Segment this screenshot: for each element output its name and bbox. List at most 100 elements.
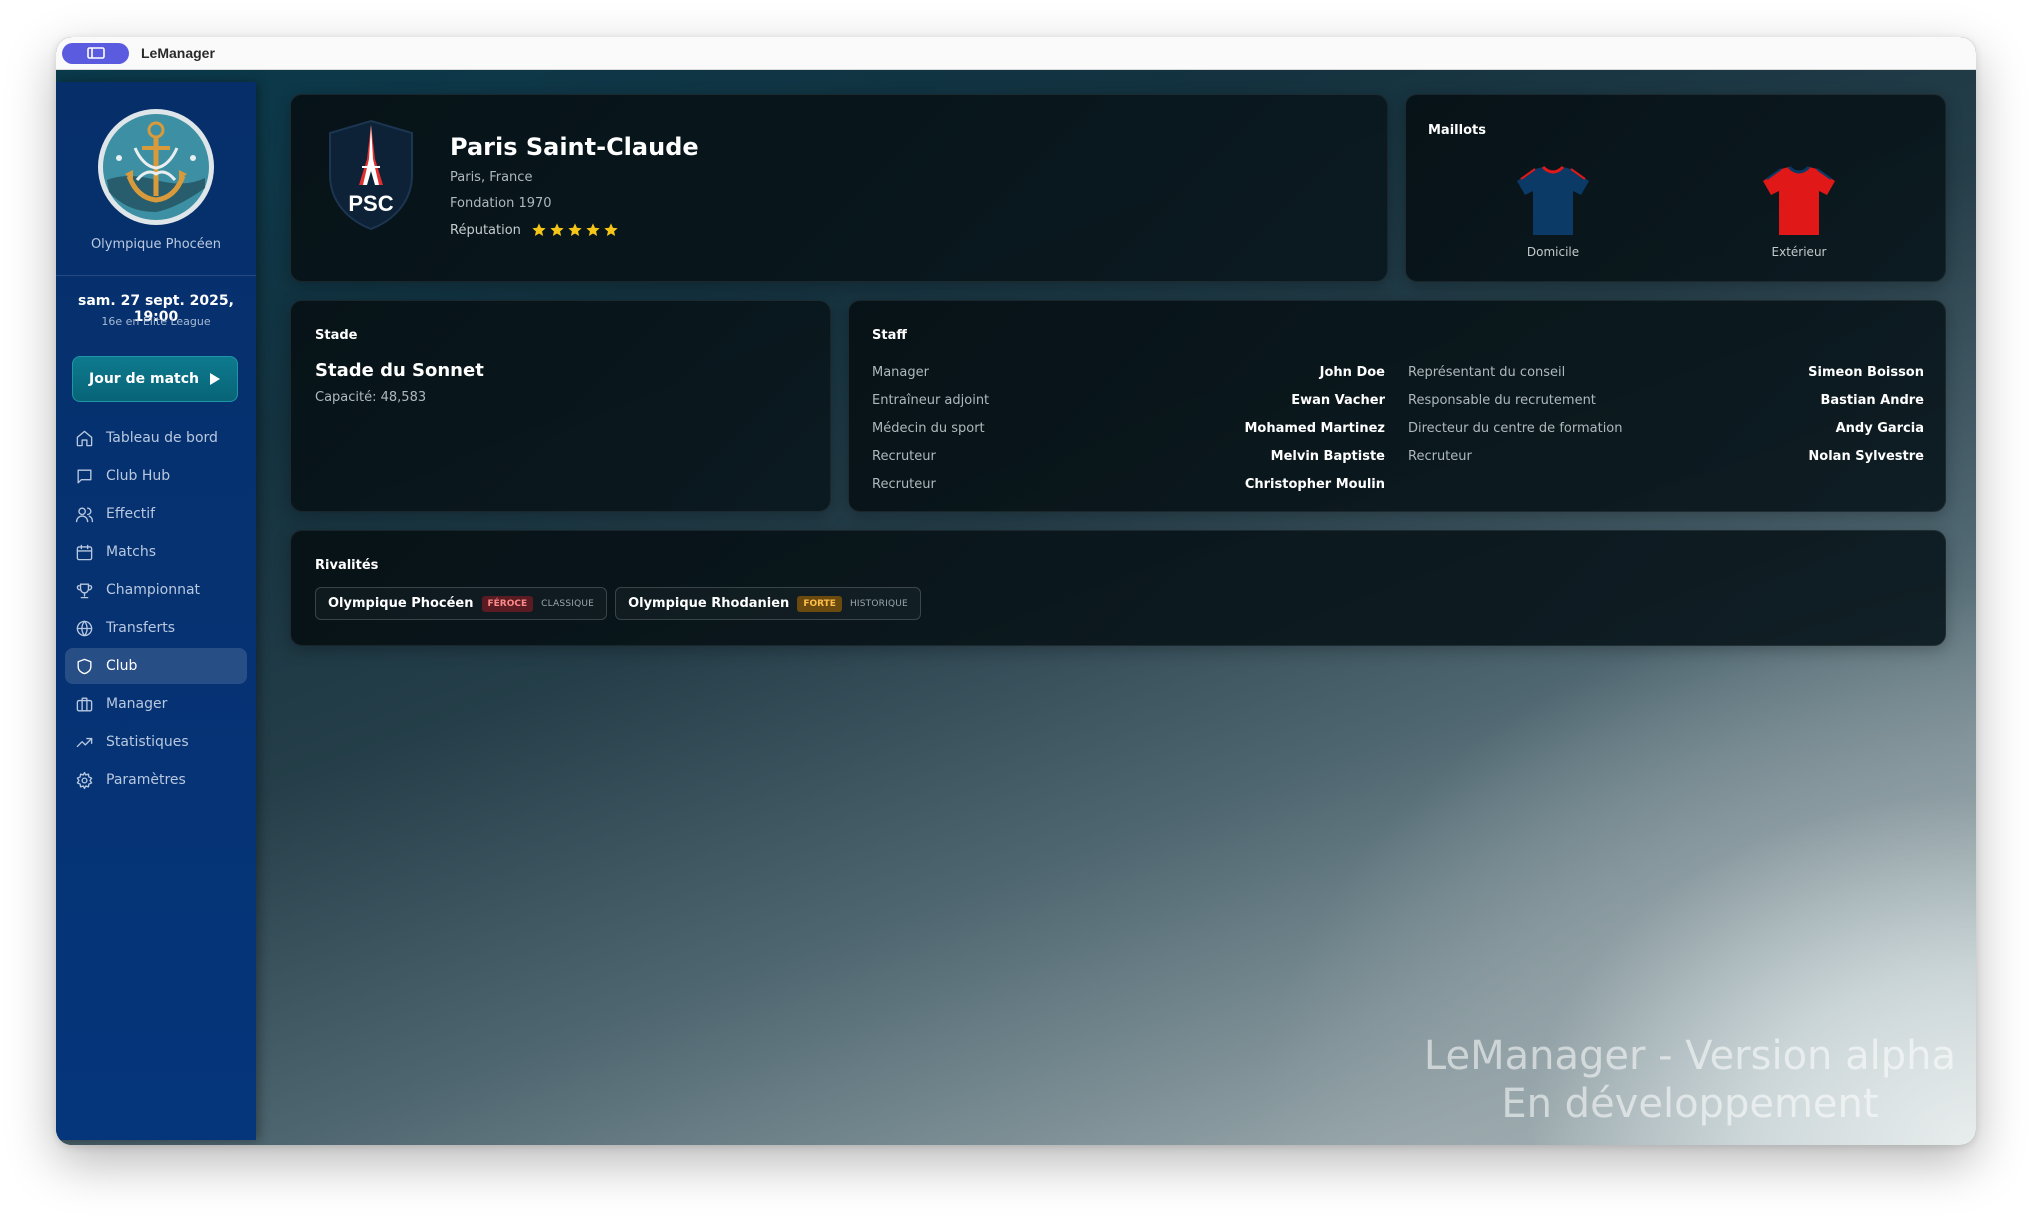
sidebar-item-label: Manager	[106, 696, 168, 712]
staff-row: Directeur du centre de formation Andy Gar…	[1408, 414, 1924, 442]
staff-row: Médecin du sport Mohamed Martinez	[872, 414, 1385, 442]
staff-name: Ewan Vacher	[1291, 392, 1385, 408]
stadium-card: Stade Stade du Sonnet Capacité: 48,583	[290, 300, 831, 512]
watermark-line-2: En développement	[1501, 1081, 1879, 1127]
star-icon	[532, 223, 546, 236]
sidebar-club-name: Olympique Phocéen	[90, 237, 222, 252]
sidebar-item-label: Championnat	[106, 582, 201, 598]
club-logo	[98, 109, 214, 225]
briefcase-icon	[76, 696, 93, 712]
crest-text: PSC	[348, 191, 393, 216]
rivalry-chip[interactable]: Olympique Rhodanien FORTE HISTORIQUE	[615, 587, 921, 620]
club-location: Paris, France	[450, 170, 533, 185]
staff-row: Représentant du conseil Simeon Boisson	[1408, 358, 1924, 386]
sidebar-item-club-hub[interactable]: Club Hub	[65, 458, 247, 494]
home-shirt-icon	[1517, 165, 1589, 235]
sidebar-item-statistics[interactable]: Statistiques	[65, 724, 247, 760]
staff-name: Melvin Baptiste	[1270, 448, 1385, 464]
reputation-label: Réputation	[450, 222, 521, 238]
staff-row: Responsable du recrutement Bastian Andre	[1408, 386, 1924, 414]
watermark-line-1: LeManager - Version alpha	[1423, 1033, 1956, 1079]
staff-column-left: Manager John Doe Entraîneur adjoint Ewan Va…	[872, 358, 1385, 498]
match-day-label: Jour de match	[89, 371, 199, 387]
sidebar-item-manager[interactable]: Manager	[65, 686, 247, 722]
sidebar-item-label: Paramètres	[106, 772, 186, 788]
sidebar-item-label: Transferts	[106, 620, 176, 636]
staff-role: Recruteur	[872, 476, 936, 492]
star-icon	[586, 223, 600, 236]
kits-title: Maillots	[1428, 123, 1486, 138]
app-switcher-button[interactable]	[62, 42, 129, 64]
title-bar: LeManager	[56, 37, 1976, 70]
away-kit: Extérieur	[1754, 165, 1844, 259]
rivalry-intensity-badge: FÉROCE	[481, 595, 534, 612]
sidebar-item-matches[interactable]: Matchs	[65, 534, 247, 570]
sidebar-item-club[interactable]: Club	[65, 648, 247, 684]
reputation-stars	[531, 222, 619, 238]
staff-name: Nolan Sylvestre	[1808, 448, 1924, 464]
staff-role: Représentant du conseil	[1408, 364, 1566, 380]
sidebar-item-squad[interactable]: Effectif	[65, 496, 247, 532]
gear-icon	[76, 771, 93, 789]
sidebar-item-dashboard[interactable]: Tableau de bord	[65, 420, 247, 456]
sidebar-item-label: Club Hub	[106, 468, 171, 484]
rivalry-chip[interactable]: Olympique Phocéen FÉROCE CLASSIQUE	[315, 587, 608, 620]
sidebar-item-label: Statistiques	[106, 734, 189, 750]
staff-column-right: Représentant du conseil Simeon Boisson Res…	[1408, 358, 1924, 470]
club-name: Paris Saint-Claude	[450, 133, 699, 161]
rivalries-title: Rivalités	[315, 558, 379, 573]
staff-card: Staff Manager John Doe Entraîneur adjoint E…	[848, 300, 1946, 512]
sidebar-item-settings[interactable]: Paramètres	[65, 762, 247, 798]
rival-club-name: Olympique Rhodanien	[628, 596, 790, 611]
stadium-name: Stade du Sonnet	[315, 360, 484, 381]
app-window-icon	[86, 47, 105, 59]
staff-role: Recruteur	[1408, 448, 1472, 464]
league-position: 16e en Elite League	[101, 315, 211, 328]
match-day-button[interactable]: Jour de match	[72, 356, 238, 402]
sidebar-item-championship[interactable]: Championnat	[65, 572, 247, 608]
trophy-icon	[76, 582, 93, 598]
stadium-title: Stade	[315, 328, 358, 343]
sidebar-item-label: Matchs	[106, 544, 157, 560]
star-icon	[550, 223, 564, 236]
sidebar-nav: Tableau de bord Club Hub Effectif Matchs…	[65, 420, 247, 800]
staff-name: Simeon Boisson	[1808, 364, 1924, 380]
trending-up-icon	[76, 737, 93, 747]
staff-role: Manager	[872, 364, 929, 380]
away-shirt-icon	[1763, 165, 1835, 235]
rivalry-type-label: CLASSIQUE	[541, 598, 595, 609]
club-crest: PSC	[329, 119, 413, 231]
staff-row: Manager John Doe	[872, 358, 1385, 386]
club-reputation: Réputation	[450, 222, 619, 238]
staff-name: Christopher Moulin	[1244, 476, 1385, 492]
stadium-capacity: Capacité: 48,583	[315, 390, 427, 405]
rival-club-name: Olympique Phocéen	[328, 596, 474, 611]
chat-icon	[77, 468, 92, 484]
staff-name: Andy Garcia	[1835, 420, 1924, 436]
home-icon	[76, 430, 93, 446]
staff-role: Responsable du recrutement	[1408, 392, 1596, 408]
sidebar-item-label: Club	[106, 658, 138, 674]
rivalries-card: Rivalités Olympique Phocéen FÉROCE CLASS…	[290, 530, 1946, 646]
app-window: LeManager Olympique Phocéen sam. 27 sept…	[56, 37, 1976, 1145]
star-icon	[604, 223, 618, 236]
version-watermark: LeManager - Version alpha En développeme…	[1424, 1032, 1956, 1128]
rivalries-list: Olympique Phocéen FÉROCE CLASSIQUE Olymp…	[315, 587, 921, 620]
kits-card: Maillots Domicile Extérieur	[1405, 94, 1946, 282]
staff-row: Entraîneur adjoint Ewan Vacher	[872, 386, 1385, 414]
shield-icon	[77, 658, 92, 674]
sidebar-item-transfers[interactable]: Transferts	[65, 610, 247, 646]
rivalry-type-label: HISTORIQUE	[849, 598, 908, 609]
staff-title: Staff	[872, 328, 907, 343]
sidebar-item-label: Tableau de bord	[106, 430, 218, 446]
sidebar-divider	[56, 275, 256, 276]
star-icon	[568, 223, 582, 236]
staff-name: Bastian Andre	[1820, 392, 1925, 408]
globe-icon	[76, 620, 93, 636]
away-kit-label: Extérieur	[1771, 245, 1827, 259]
staff-row: Recruteur Christopher Moulin	[872, 470, 1385, 498]
rivalry-intensity-badge: FORTE	[797, 595, 842, 612]
club-founded: Fondation 1970	[450, 196, 552, 211]
play-icon	[209, 373, 220, 385]
calendar-icon	[76, 544, 93, 560]
